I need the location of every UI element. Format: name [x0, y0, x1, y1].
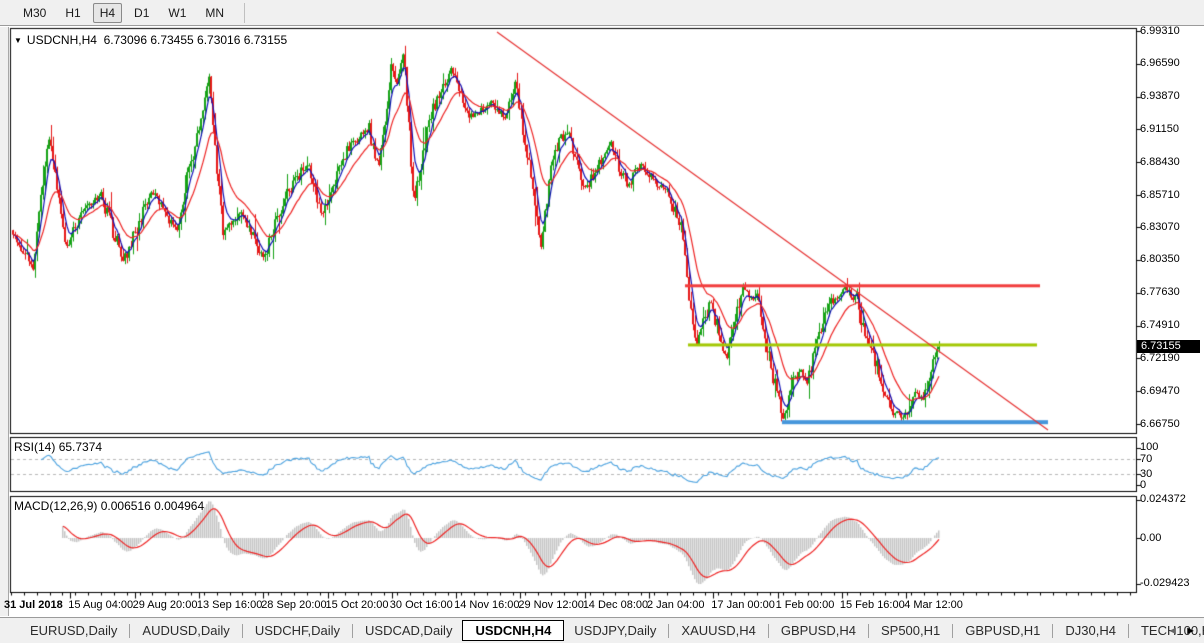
- tab-sp500-h1[interactable]: SP500,H1: [871, 621, 950, 640]
- timeframe-buttons: M30 H1 H4 D1 W1 MN: [16, 2, 236, 23]
- tab-separator: [129, 623, 131, 638]
- tab-separator: [767, 623, 769, 638]
- chart-tab-bar: EURUSD,Daily AUDUSD,Daily USDCHF,Daily USDC…: [0, 617, 1204, 643]
- tabs-scroll-right-icon[interactable]: ►: [1185, 618, 1196, 643]
- tab-xauusd-h4[interactable]: XAUUSD,H4: [671, 621, 765, 640]
- tab-separator: [1127, 623, 1129, 638]
- timeframe-button-h1[interactable]: H1: [58, 3, 87, 23]
- tab-separator: [352, 623, 354, 638]
- tab-usdcnh-h4[interactable]: USDCNH,H4: [462, 620, 565, 641]
- timeframe-button-w1[interactable]: W1: [161, 3, 193, 23]
- tab-row: EURUSD,Daily AUDUSD,Daily USDCHF,Daily USDC…: [20, 620, 1204, 641]
- tab-separator: [1052, 623, 1054, 638]
- tab-usdjpy-daily[interactable]: USDJPY,Daily: [564, 621, 666, 640]
- timeframe-button-m30[interactable]: M30: [16, 3, 53, 23]
- timeframe-button-d1[interactable]: D1: [127, 3, 156, 23]
- tab-gbpusd-h4[interactable]: GBPUSD,H4: [771, 621, 866, 640]
- tab-usdcad-daily[interactable]: USDCAD,Daily: [355, 621, 462, 640]
- mt4-window: { "toolbar": { "active": "H4", "timefram…: [0, 0, 1204, 643]
- toolbar-separator: [244, 2, 246, 23]
- tabs-scroll-left-icon[interactable]: ◄: [1167, 618, 1178, 643]
- left-edge-strip: [0, 27, 9, 616]
- tab-separator: [241, 623, 243, 638]
- timeframe-toolbar: M30 H1 H4 D1 W1 MN: [0, 0, 1204, 26]
- tab-dj30-h4[interactable]: DJ30,H4: [1055, 621, 1126, 640]
- tab-separator: [668, 623, 670, 638]
- tab-separator: [952, 623, 954, 638]
- tab-eurusd-daily[interactable]: EURUSD,Daily: [20, 621, 127, 640]
- tab-usdchf-daily[interactable]: USDCHF,Daily: [245, 621, 350, 640]
- chart-canvas[interactable]: [0, 0, 1204, 643]
- tab-audusd-daily[interactable]: AUDUSD,Daily: [132, 621, 239, 640]
- timeframe-button-h4[interactable]: H4: [92, 2, 123, 23]
- tab-gbpusd-h1[interactable]: GBPUSD,H1: [955, 621, 1050, 640]
- timeframe-button-mn[interactable]: MN: [198, 3, 231, 23]
- tab-separator: [867, 623, 869, 638]
